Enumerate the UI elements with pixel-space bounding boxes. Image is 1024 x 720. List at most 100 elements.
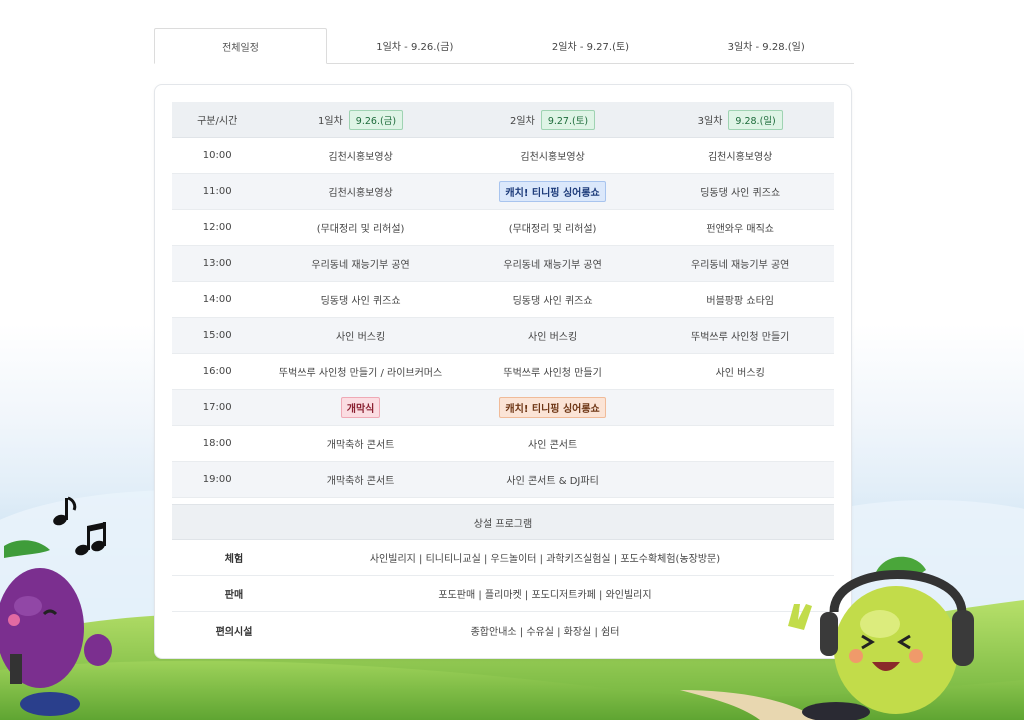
grape-character-left — [0, 540, 112, 716]
header-day1: 1일차 9.26.(금) — [262, 109, 458, 130]
event-label: 딩동댕 사인 퀴즈쇼 — [320, 296, 401, 307]
row-time: 17:00 — [202, 402, 232, 413]
schedule-row: 19:00 개막축하 콘서트 사인 콘서트 & DJ파티 — [172, 462, 834, 498]
grape-character-right-dj — [788, 556, 974, 720]
schedule-row: 10:00 김천시홍보영상 김천시홍보영상 김천시홍보영상 — [172, 138, 834, 174]
row-day2: 사인 콘서트 & DJ파티 — [459, 472, 647, 487]
schedule-row: 11:00 김천시홍보영상 캐치! 티니핑 싱어롱쇼 딩동댕 사인 퀴즈쇼 — [172, 174, 834, 210]
event-label: 딩동댕 사인 퀴즈쇼 — [700, 188, 781, 199]
event-label: 우리동네 재능기부 공연 — [691, 260, 790, 271]
schedule-row: 18:00 개막축하 콘서트 사인 콘서트 — [172, 426, 834, 462]
event-label: 펀앤와우 매직쇼 — [706, 224, 774, 235]
row-day2: 뚜벅쓰루 사인청 만들기 — [459, 364, 647, 379]
tab-day1[interactable]: 1일차 - 9.26.(금) — [327, 28, 503, 63]
event-label: 개막축하 콘서트 — [326, 440, 395, 451]
row-day2: 김천시홍보영상 — [459, 148, 647, 163]
program-list: 사인빌리지 | 티니티니교실 | 우드놀이터 | 과학키즈실험실 | 포도수확체… — [369, 554, 721, 565]
row-day3: 우리동네 재능기부 공연 — [646, 256, 834, 271]
row-time: 16:00 — [202, 366, 232, 377]
row-time: 11:00 — [202, 186, 232, 197]
row-day2: 딩동댕 사인 퀴즈쇼 — [459, 292, 647, 307]
program-category: 체험 — [224, 554, 244, 565]
event-highlight-badge: 개막식 — [340, 397, 381, 418]
event-label: 사인 버스킹 — [528, 332, 578, 343]
header-day1-label: 1일차 — [318, 116, 343, 127]
event-label: 뚜벅쓰루 사인청 만들기 / 라이브커머스 — [278, 368, 443, 379]
event-label: 개막축하 콘서트 — [326, 476, 395, 487]
event-label: (무대정리 및 리허설) — [316, 224, 405, 235]
header-day2-date: 9.27.(토) — [540, 109, 596, 130]
row-day1: 김천시홍보영상 — [262, 148, 458, 163]
permanent-programs-title: 상설 프로그램 — [172, 504, 834, 540]
event-label: 뚜벅쓰루 사인청 만들기 — [503, 368, 602, 379]
event-label: 김천시홍보영상 — [328, 188, 393, 199]
event-label: 사인 콘서트 & DJ파티 — [506, 476, 599, 487]
program-category: 편의시설 — [215, 626, 253, 638]
header-category: 구분/시간 — [197, 116, 238, 127]
header-day3-date: 9.28.(일) — [728, 109, 783, 130]
event-highlight-badge: 캐치! 티니핑 싱어롱쇼 — [499, 397, 606, 418]
header-day1-date: 9.26.(금) — [348, 109, 404, 130]
tab-all[interactable]: 전체일정 — [154, 28, 327, 64]
row-day2: 캐치! 티니핑 싱어롱쇼 — [459, 181, 647, 202]
event-label: 사인 버스킹 — [715, 368, 765, 379]
row-day2: 캐치! 티니핑 싱어롱쇼 — [459, 397, 647, 418]
day-tabs: 전체일정 1일차 - 9.26.(금) 2일차 - 9.27.(토) 3일차 -… — [154, 28, 854, 64]
tab-day2[interactable]: 2일차 - 9.27.(토) — [503, 28, 679, 63]
row-day2: 사인 버스킹 — [459, 328, 647, 343]
schedule-row: 13:00 우리동네 재능기부 공연 우리동네 재능기부 공연 우리동네 재능기… — [172, 246, 834, 282]
header-day3: 3일차 9.28.(일) — [646, 109, 834, 130]
row-day3: 사인 버스킹 — [646, 364, 834, 379]
row-day3: 뚜벅쓰루 사인청 만들기 — [646, 328, 834, 343]
event-label: 사인 콘서트 — [528, 440, 578, 451]
row-day1: 개막식 — [262, 397, 458, 418]
row-day1: 우리동네 재능기부 공연 — [262, 256, 458, 271]
program-row: 편의시설 종합안내소 | 수유실 | 화장실 | 쉼터 — [172, 612, 834, 648]
row-time: 15:00 — [202, 330, 232, 341]
event-label: 뚜벅쓰루 사인청 만들기 — [691, 332, 790, 343]
event-label: 우리동네 재능기부 공연 — [311, 260, 410, 271]
program-row: 판매 포도판매 | 플리마켓 | 포도디저트카페 | 와인빌리지 — [172, 576, 834, 612]
schedule-card: 구분/시간 1일차 9.26.(금) 2일차 9.27.(토) 3일차 9.28… — [154, 84, 852, 659]
event-label: 김천시홍보영상 — [520, 152, 585, 163]
row-day1: 딩동댕 사인 퀴즈쇼 — [262, 292, 458, 307]
event-label: 우리동네 재능기부 공연 — [503, 260, 602, 271]
program-category: 판매 — [224, 590, 244, 601]
schedule-header-row: 구분/시간 1일차 9.26.(금) 2일차 9.27.(토) 3일차 9.28… — [172, 102, 834, 138]
row-day2: (무대정리 및 리허설) — [459, 220, 647, 235]
header-day3-label: 3일차 — [697, 116, 723, 127]
schedule-row: 12:00 (무대정리 및 리허설) (무대정리 및 리허설) 펀앤와우 매직쇼 — [172, 210, 834, 246]
header-day2-label: 2일차 — [510, 116, 535, 127]
row-day2: 사인 콘서트 — [459, 436, 647, 451]
row-day1: 김천시홍보영상 — [262, 184, 458, 199]
event-label: 딩동댕 사인 퀴즈쇼 — [512, 296, 593, 307]
row-day3: 김천시홍보영상 — [646, 148, 834, 163]
event-highlight-badge: 캐치! 티니핑 싱어롱쇼 — [499, 181, 606, 202]
event-label: 버블팡팡 쇼타임 — [706, 296, 774, 307]
tab-day3[interactable]: 3일차 - 9.28.(일) — [678, 28, 854, 63]
program-row: 체험 사인빌리지 | 티니티니교실 | 우드놀이터 | 과학키즈실험실 | 포도… — [172, 540, 834, 576]
row-time: 10:00 — [202, 150, 232, 161]
schedule-row: 15:00 사인 버스킹 사인 버스킹 뚜벅쓰루 사인청 만들기 — [172, 318, 834, 354]
row-time: 19:00 — [202, 474, 232, 485]
row-time: 12:00 — [202, 222, 232, 233]
row-day1: (무대정리 및 리허설) — [262, 220, 458, 235]
row-day1: 개막축하 콘서트 — [262, 472, 458, 487]
event-label: (무대정리 및 리허설) — [508, 224, 597, 235]
event-label: 김천시홍보영상 — [707, 152, 773, 163]
row-day3: 버블팡팡 쇼타임 — [646, 292, 834, 307]
row-time: 14:00 — [202, 294, 232, 305]
row-day3: 펀앤와우 매직쇼 — [646, 220, 834, 235]
row-day1: 뚜벅쓰루 사인청 만들기 / 라이브커머스 — [262, 364, 458, 379]
row-time: 18:00 — [202, 438, 232, 449]
program-list: 포도판매 | 플리마켓 | 포도디저트카페 | 와인빌리지 — [438, 590, 652, 601]
event-label: 사인 버스킹 — [335, 332, 386, 343]
row-day1: 개막축하 콘서트 — [262, 436, 458, 451]
header-day2: 2일차 9.27.(토) — [459, 109, 647, 130]
row-time: 13:00 — [202, 258, 232, 269]
program-list: 종합안내소 | 수유실 | 화장실 | 쉼터 — [470, 626, 620, 638]
schedule-row: 17:00 개막식 캐치! 티니핑 싱어롱쇼 — [172, 390, 834, 426]
schedule-row: 14:00 딩동댕 사인 퀴즈쇼 딩동댕 사인 퀴즈쇼 버블팡팡 쇼타임 — [172, 282, 834, 318]
row-day1: 사인 버스킹 — [262, 328, 458, 343]
row-day3: 딩동댕 사인 퀴즈쇼 — [646, 184, 834, 199]
